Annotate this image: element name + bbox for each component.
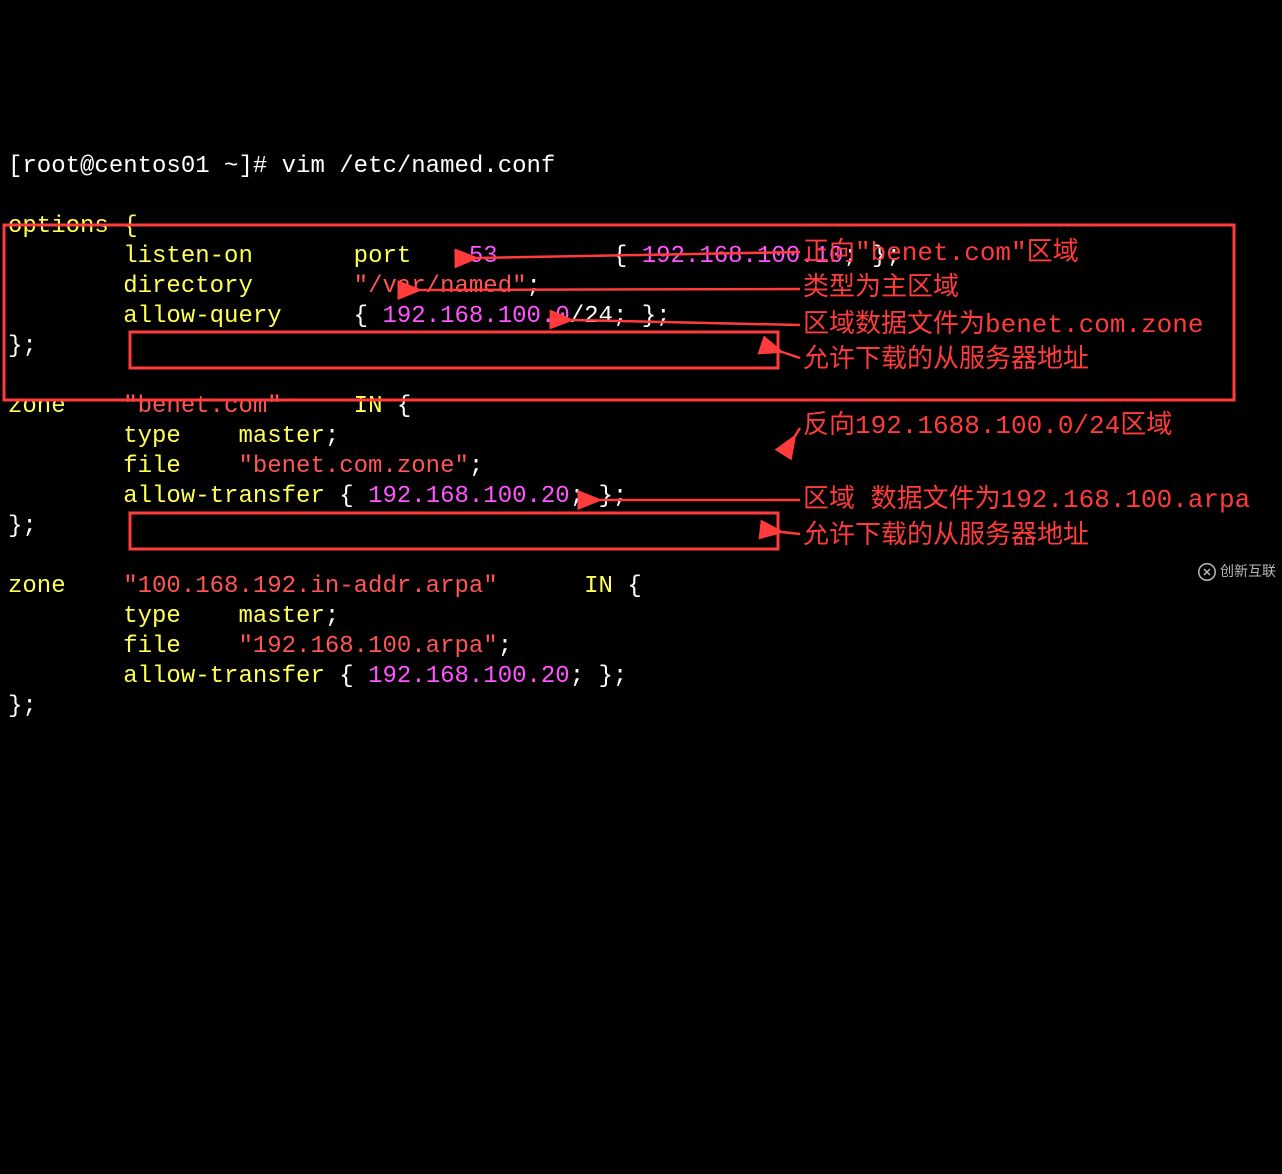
annotation-2: 类型为主区域 (803, 272, 959, 305)
watermark-text: 创新互联 (1220, 563, 1276, 581)
zone2-close: }; (8, 693, 37, 720)
kw-directory: directory (123, 273, 253, 300)
zone1-close: }; (8, 513, 37, 540)
transfer-ip2: 192.168.100.20 (368, 663, 570, 690)
zone1-name: "benet.com" (123, 393, 281, 420)
kw-in1: IN (354, 393, 383, 420)
zone1-file: "benet.com.zone" (238, 453, 468, 480)
annotation-6: 区域 数据文件为192.168.100.arpa (803, 484, 1250, 517)
options-close: }; (8, 333, 37, 360)
annotation-5: 反向192.1688.100.0/24区域 (803, 410, 1172, 443)
kw-allow-query: allow-query (123, 303, 281, 330)
kw-allow-transfer1: allow-transfer (123, 483, 325, 510)
kw-master2: master (238, 603, 324, 630)
kw-port: port (354, 243, 412, 270)
kw-master1: master (238, 423, 324, 450)
kw-listen-on: listen-on (123, 243, 253, 270)
annotation-1: 正向"benet.com"区域 (803, 237, 1079, 270)
shell-command: vim /etc/named.conf (282, 153, 556, 180)
annotation-4: 允许下载的从服务器地址 (803, 344, 1089, 377)
port-number: 53 (469, 243, 498, 270)
annotation-7: 允许下载的从服务器地址 (803, 520, 1089, 553)
kw-options: options { (8, 213, 138, 240)
kw-file1: file (123, 453, 181, 480)
allow-query-ip: 192.168.100.0 (382, 303, 569, 330)
shell-prompt: [root@centos01 ~]# (8, 153, 267, 180)
watermark: 创新互联 (1198, 563, 1276, 581)
annotation-3: 区域数据文件为benet.com.zone (803, 309, 1203, 342)
transfer-ip1: 192.168.100.20 (368, 483, 570, 510)
directory-value: "/var/named" (354, 273, 527, 300)
kw-allow-transfer2: allow-transfer (123, 663, 325, 690)
kw-type1: type (123, 423, 181, 450)
watermark-icon (1198, 563, 1216, 581)
kw-file2: file (123, 633, 181, 660)
allow-query-mask: /24 (570, 303, 613, 330)
zone2-file: "192.168.100.arpa" (238, 633, 497, 660)
kw-type2: type (123, 603, 181, 630)
kw-zone1: zone (8, 393, 66, 420)
